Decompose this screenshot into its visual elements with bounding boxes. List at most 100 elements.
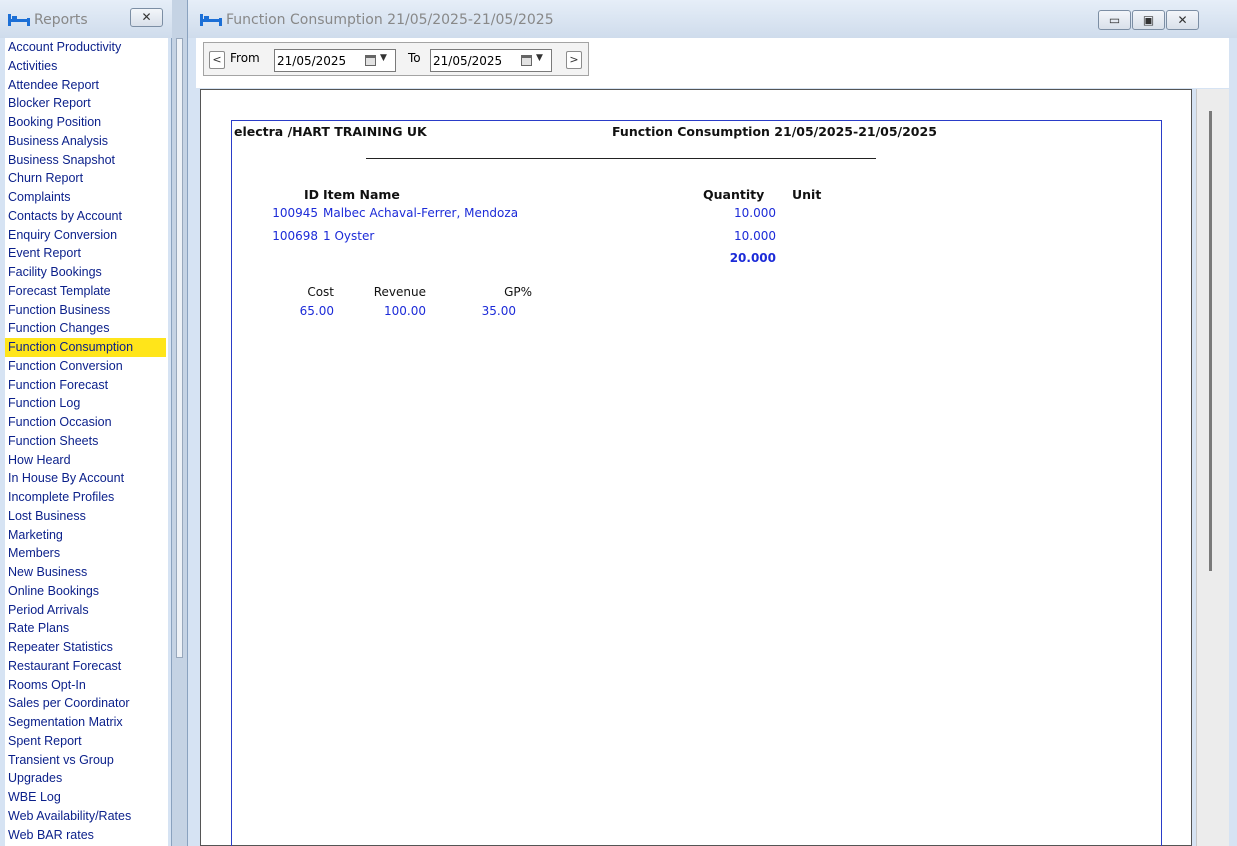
window-title: Function Consumption 21/05/2025-21/05/20…: [226, 12, 554, 28]
cost-label: Cost: [307, 285, 334, 299]
gp-value: 35.00: [481, 304, 516, 318]
list-item[interactable]: Blocker Report: [5, 94, 168, 113]
date-toolbar: < From ▼ To ▼ >: [196, 38, 1229, 88]
previous-period-button[interactable]: <: [209, 51, 225, 69]
reports-list: Account Productivity Activities Attendee R…: [5, 38, 168, 846]
from-label: From: [230, 51, 260, 65]
report-company: electra /HART TRAINING UK: [234, 124, 427, 139]
revenue-value: 100.00: [384, 304, 426, 318]
maximize-button[interactable]: ▣: [1132, 10, 1165, 30]
list-item[interactable]: Segmentation Matrix: [5, 713, 168, 732]
list-item[interactable]: Forecast Template: [5, 282, 168, 301]
next-period-button[interactable]: >: [566, 51, 582, 69]
list-item[interactable]: Account Productivity: [5, 38, 168, 57]
cost-value: 65.00: [299, 304, 334, 318]
list-item[interactable]: Online Bookings: [5, 582, 168, 601]
date-range-group: < From ▼ To ▼ >: [203, 42, 589, 76]
list-item[interactable]: Rooms Opt-In: [5, 676, 168, 695]
list-item[interactable]: Transient vs Group: [5, 751, 168, 770]
main-title-bar: Function Consumption 21/05/2025-21/05/20…: [188, 0, 1237, 38]
minimize-icon: ▭: [1108, 13, 1121, 27]
report-title: Function Consumption 21/05/2025-21/05/20…: [612, 124, 937, 139]
column-header-quantity: Quantity: [703, 187, 765, 202]
calendar-icon[interactable]: [365, 55, 376, 66]
row-quantity: 10.000: [734, 206, 776, 220]
reports-window: Reports ✕ Account Productivity Activities…: [0, 0, 172, 846]
row-id: 100698: [272, 229, 318, 243]
list-item[interactable]: Contacts by Account: [5, 207, 168, 226]
list-item[interactable]: Marketing: [5, 526, 168, 545]
calendar-icon[interactable]: [521, 55, 532, 66]
column-header-id: ID: [304, 187, 320, 202]
to-date-input[interactable]: [433, 52, 517, 69]
chevron-down-icon[interactable]: ▼: [536, 53, 543, 63]
list-item[interactable]: Lost Business: [5, 507, 168, 526]
list-item[interactable]: Business Snapshot: [5, 151, 168, 170]
list-item[interactable]: Rate Plans: [5, 619, 168, 638]
list-item[interactable]: Members: [5, 544, 168, 563]
list-item[interactable]: Sales per Coordinator: [5, 694, 168, 713]
row-quantity: 10.000: [734, 229, 776, 243]
close-icon: ✕: [141, 10, 152, 24]
gp-label: GP%: [504, 285, 532, 299]
row-id: 100945: [272, 206, 318, 220]
report-viewer: electra /HART TRAINING UK Function Consu…: [200, 89, 1192, 846]
list-item[interactable]: Function Log: [5, 394, 168, 413]
list-item[interactable]: Function Consumption: [5, 338, 166, 357]
total-quantity: 20.000: [729, 251, 776, 265]
reports-title-bar: Reports ✕: [0, 0, 172, 38]
bed-icon: [200, 14, 222, 29]
list-item[interactable]: Incomplete Profiles: [5, 488, 168, 507]
to-label: To: [408, 51, 421, 65]
list-item[interactable]: Function Conversion: [5, 357, 168, 376]
close-button[interactable]: ✕: [1166, 10, 1199, 30]
list-item[interactable]: Activities: [5, 57, 168, 76]
chevron-down-icon[interactable]: ▼: [380, 53, 387, 63]
report-page: electra /HART TRAINING UK Function Consu…: [231, 120, 1162, 846]
list-item[interactable]: Spent Report: [5, 732, 168, 751]
list-item[interactable]: Web Availability/Rates: [5, 807, 168, 826]
list-item[interactable]: Period Arrivals: [5, 601, 168, 620]
list-item[interactable]: Function Sheets: [5, 432, 168, 451]
report-scrollbar[interactable]: [1196, 89, 1229, 846]
list-item[interactable]: Function Occasion: [5, 413, 168, 432]
list-item[interactable]: Complaints: [5, 188, 168, 207]
list-item[interactable]: Upgrades: [5, 769, 168, 788]
window-divider: [172, 0, 187, 846]
list-item[interactable]: Attendee Report: [5, 76, 168, 95]
column-header-unit: Unit: [792, 187, 822, 202]
close-icon: ✕: [1177, 13, 1188, 27]
list-item[interactable]: Facility Bookings: [5, 263, 168, 282]
list-item[interactable]: In House By Account: [5, 469, 168, 488]
function-consumption-window: Function Consumption 21/05/2025-21/05/20…: [187, 0, 1237, 846]
row-item-name: Malbec Achaval-Ferrer, Mendoza: [323, 206, 519, 220]
list-item[interactable]: How Heard: [5, 451, 168, 470]
reports-close-button[interactable]: ✕: [130, 8, 163, 27]
list-item[interactable]: Churn Report: [5, 169, 168, 188]
list-item[interactable]: New Business: [5, 563, 168, 582]
reports-title: Reports: [34, 12, 88, 28]
scrollbar-thumb[interactable]: [1209, 111, 1212, 571]
list-item[interactable]: Booking Position: [5, 113, 168, 132]
reports-scrollbar[interactable]: [176, 38, 183, 658]
list-item[interactable]: Event Report: [5, 244, 168, 263]
from-date-picker[interactable]: ▼: [274, 49, 396, 72]
list-item[interactable]: Repeater Statistics: [5, 638, 168, 657]
minimize-button[interactable]: ▭: [1098, 10, 1131, 30]
list-item[interactable]: Business Analysis: [5, 132, 168, 151]
list-item[interactable]: Enquiry Conversion: [5, 226, 168, 245]
list-item[interactable]: Function Business: [5, 301, 168, 320]
chevron-right-icon: >: [569, 53, 579, 66]
list-item[interactable]: Function Changes: [5, 319, 168, 338]
list-item[interactable]: Web BAR rates: [5, 826, 168, 845]
chevron-left-icon: <: [212, 53, 222, 66]
bed-icon: [8, 14, 30, 29]
revenue-label: Revenue: [373, 285, 426, 299]
header-divider: [366, 158, 876, 159]
to-date-picker[interactable]: ▼: [430, 49, 552, 72]
row-item-name: 1 Oyster: [323, 229, 375, 243]
list-item[interactable]: Restaurant Forecast: [5, 657, 168, 676]
list-item[interactable]: WBE Log: [5, 788, 168, 807]
from-date-input[interactable]: [277, 52, 361, 69]
list-item[interactable]: Function Forecast: [5, 376, 168, 395]
